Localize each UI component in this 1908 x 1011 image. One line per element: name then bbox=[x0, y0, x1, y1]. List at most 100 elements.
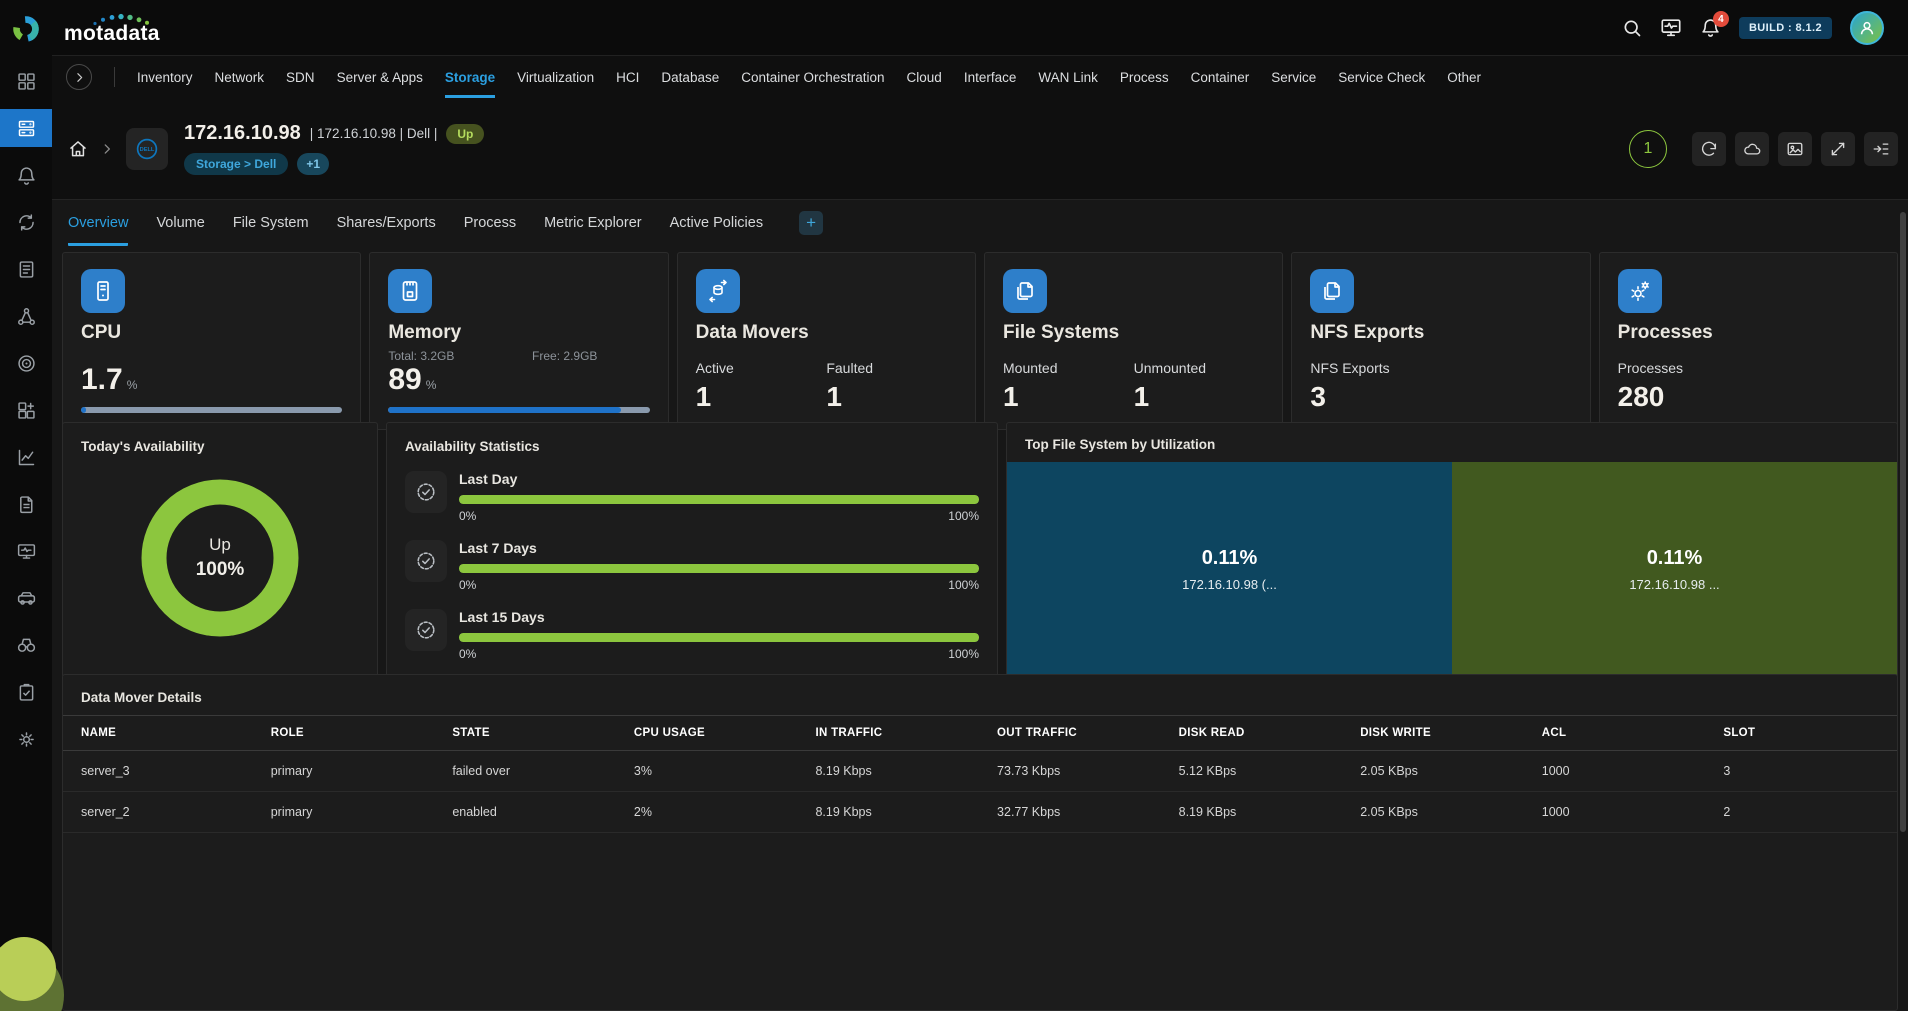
nav-item-service-check[interactable]: Service Check bbox=[1338, 56, 1425, 98]
nav-item-virtualization[interactable]: Virtualization bbox=[517, 56, 594, 98]
card-title: Memory bbox=[388, 322, 649, 344]
search-button[interactable] bbox=[1622, 18, 1642, 38]
more-tags-pill[interactable]: +1 bbox=[297, 153, 329, 175]
sidebar-item-discovery[interactable] bbox=[0, 344, 52, 382]
availability-bar-fill bbox=[459, 564, 979, 573]
tab-file-system[interactable]: File System bbox=[233, 200, 309, 246]
nfs-exports-stats: NFS Exports 3 bbox=[1310, 360, 1571, 413]
checklist-icon bbox=[16, 682, 37, 703]
breadcrumb: DELL 172.16.10.98 | 172.16.10.98 | Dell … bbox=[68, 122, 484, 175]
device-tags-line: Storage > Dell +1 bbox=[184, 153, 484, 175]
home-button[interactable] bbox=[68, 139, 88, 159]
tab-shares-exports[interactable]: Shares/Exports bbox=[337, 200, 436, 246]
chevron-right-icon bbox=[100, 142, 114, 156]
data-movers-icon-tile bbox=[696, 269, 740, 313]
nav-item-other[interactable]: Other bbox=[1447, 56, 1481, 98]
svg-text:DELL: DELL bbox=[140, 147, 155, 153]
nav-item-wan-link[interactable]: WAN Link bbox=[1038, 56, 1098, 98]
cloud-icon bbox=[1743, 140, 1761, 158]
tab-metric-explorer[interactable]: Metric Explorer bbox=[544, 200, 642, 246]
availability-bar-block: Last Day 0%100% bbox=[459, 471, 979, 523]
monitor-button[interactable] bbox=[1660, 17, 1682, 39]
nav-item-network[interactable]: Network bbox=[215, 56, 265, 98]
cpu-metric: 1.7 % bbox=[81, 363, 342, 397]
refresh-button[interactable] bbox=[1692, 132, 1726, 166]
sidebar-item-console[interactable] bbox=[0, 532, 52, 570]
notifications-button[interactable]: 4 bbox=[1700, 17, 1721, 38]
cell-name: server_2 bbox=[63, 792, 263, 833]
table-row[interactable]: server_2 primary enabled 2% 8.19 Kbps 32… bbox=[63, 792, 1897, 833]
clock-check-icon bbox=[405, 609, 447, 651]
nav-item-interface[interactable]: Interface bbox=[964, 56, 1017, 98]
nav-item-database[interactable]: Database bbox=[661, 56, 719, 98]
cpu-value: 1.7 bbox=[81, 363, 123, 397]
sidebar-item-audit[interactable] bbox=[0, 673, 52, 711]
user-avatar[interactable] bbox=[1850, 11, 1884, 45]
nav-item-cloud[interactable]: Cloud bbox=[907, 56, 942, 98]
sidebar-item-settings[interactable] bbox=[0, 720, 52, 758]
bell-icon bbox=[16, 165, 37, 186]
sidebar-item-traffic[interactable] bbox=[0, 579, 52, 617]
tab-volume[interactable]: Volume bbox=[156, 200, 204, 246]
availability-bar-fill bbox=[459, 633, 979, 642]
stat-value: 1 bbox=[826, 381, 957, 413]
nav-item-inventory[interactable]: Inventory bbox=[137, 56, 193, 98]
availability-bar-block: Last 7 Days 0%100% bbox=[459, 540, 979, 592]
sidebar-item-analytics[interactable] bbox=[0, 438, 52, 476]
motadata-brand: motadata bbox=[64, 10, 160, 46]
sidebar-item-apps-grid[interactable] bbox=[0, 62, 52, 100]
clock-check-icon bbox=[405, 471, 447, 513]
treemap-cell[interactable]: 0.11% 172.16.10.98 (... bbox=[1007, 462, 1452, 677]
nav-divider bbox=[114, 67, 115, 87]
device-subtitle: | 172.16.10.98 | Dell | bbox=[310, 126, 438, 141]
table-row[interactable]: server_3 primary failed over 3% 8.19 Kbp… bbox=[63, 751, 1897, 792]
stat-value: 1 bbox=[1003, 381, 1134, 413]
sidebar-item-inventory[interactable] bbox=[0, 109, 52, 147]
tab-process[interactable]: Process bbox=[464, 200, 516, 246]
sidebar-item-plugins[interactable] bbox=[0, 391, 52, 429]
sidebar-item-logs[interactable] bbox=[0, 250, 52, 288]
nav-item-service[interactable]: Service bbox=[1271, 56, 1316, 98]
nav-item-hci[interactable]: HCI bbox=[616, 56, 639, 98]
tab-overview[interactable]: Overview bbox=[68, 200, 128, 246]
panel-title: Today's Availability bbox=[81, 439, 359, 454]
vertical-scrollbar[interactable] bbox=[1900, 212, 1906, 832]
side-panel-button[interactable] bbox=[1864, 132, 1898, 166]
motadata-logo-icon[interactable] bbox=[9, 0, 43, 58]
nav-expand-button[interactable] bbox=[66, 64, 92, 90]
sidebar-item-ncm[interactable] bbox=[0, 203, 52, 241]
gear-icon bbox=[16, 729, 37, 750]
nav-item-process[interactable]: Process bbox=[1120, 56, 1169, 98]
nav-item-sdn[interactable]: SDN bbox=[286, 56, 315, 98]
panel-title: Top File System by Utilization bbox=[1007, 423, 1897, 462]
stat-label: Active bbox=[696, 360, 827, 376]
nav-item-container-orchestration[interactable]: Container Orchestration bbox=[741, 56, 884, 98]
fullscreen-button[interactable] bbox=[1821, 132, 1855, 166]
col-slot: SLOT bbox=[1715, 716, 1897, 751]
treemap-cell-label: 172.16.10.98 ... bbox=[1629, 577, 1719, 592]
sidebar-item-alerts[interactable] bbox=[0, 156, 52, 194]
memory-unit: % bbox=[426, 378, 437, 392]
add-tab-button[interactable]: + bbox=[799, 211, 823, 235]
nav-item-storage[interactable]: Storage bbox=[445, 56, 495, 98]
files-icon bbox=[1320, 279, 1344, 303]
category-pill: Storage > Dell bbox=[184, 153, 288, 175]
memory-card: Memory Total: 3.2GB Free: 2.9GB 89 % bbox=[369, 252, 668, 430]
cpu-unit: % bbox=[127, 378, 138, 392]
col-state: STATE bbox=[444, 716, 626, 751]
nav-item-container[interactable]: Container bbox=[1191, 56, 1250, 98]
sidebar-item-observer[interactable] bbox=[0, 626, 52, 664]
severity-count-button[interactable]: 1 bbox=[1629, 130, 1667, 168]
tab-active-policies[interactable]: Active Policies bbox=[670, 200, 763, 246]
cloud-button[interactable] bbox=[1735, 132, 1769, 166]
availability-label: Last 7 Days bbox=[459, 540, 979, 556]
sidebar-item-topology[interactable] bbox=[0, 297, 52, 335]
nav-item-server-apps[interactable]: Server & Apps bbox=[337, 56, 423, 98]
vehicle-icon bbox=[16, 588, 37, 609]
treemap: 0.11% 172.16.10.98 (... 0.11% 172.16.10.… bbox=[1007, 462, 1897, 677]
gears-icon bbox=[1628, 279, 1652, 303]
snapshot-button[interactable] bbox=[1778, 132, 1812, 166]
treemap-cell[interactable]: 0.11% 172.16.10.98 ... bbox=[1452, 462, 1897, 677]
sidebar-item-reports[interactable] bbox=[0, 485, 52, 523]
inventory-rack-icon bbox=[16, 118, 37, 139]
